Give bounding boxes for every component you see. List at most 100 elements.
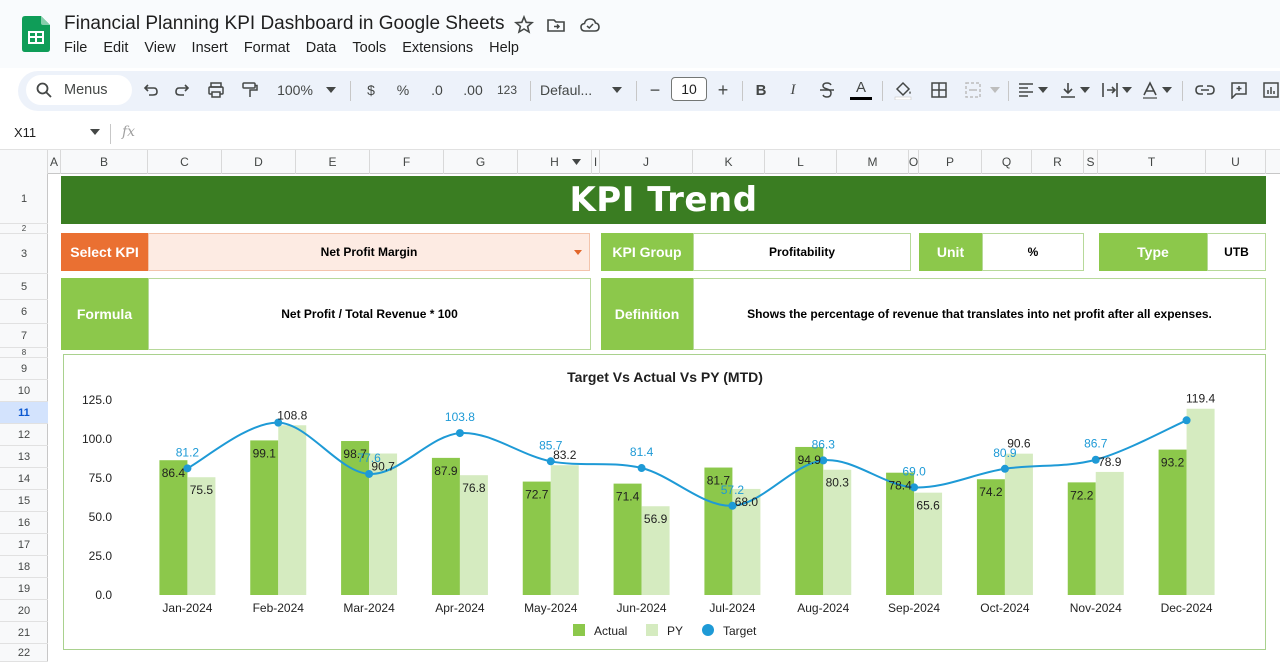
- column-header-d[interactable]: D: [222, 150, 296, 174]
- zoom-select[interactable]: 100%: [274, 79, 316, 101]
- name-box[interactable]: X11: [14, 125, 36, 140]
- row-header-8[interactable]: 8: [0, 348, 48, 358]
- search-menus-button[interactable]: Menus: [26, 75, 132, 105]
- column-header-g[interactable]: G: [444, 150, 518, 174]
- menu-extensions[interactable]: Extensions: [402, 40, 481, 56]
- font-size-input[interactable]: 10: [671, 77, 707, 101]
- increase-decimal-button[interactable]: .00: [460, 79, 486, 101]
- select-kpi-dropdown[interactable]: Net Profit Margin: [148, 233, 590, 271]
- decrease-font-size-button[interactable]: −: [646, 79, 664, 101]
- menu-tools[interactable]: Tools: [352, 40, 394, 56]
- column-header-a[interactable]: A: [48, 150, 61, 174]
- column-header-l[interactable]: L: [765, 150, 837, 174]
- text-color-button[interactable]: A: [849, 79, 873, 101]
- column-header-k[interactable]: K: [693, 150, 765, 174]
- column-header-e[interactable]: E: [296, 150, 370, 174]
- column-header-j[interactable]: J: [600, 150, 693, 174]
- menu-format[interactable]: Format: [244, 40, 298, 56]
- currency-format-button[interactable]: $: [362, 79, 380, 101]
- star-icon[interactable]: [513, 14, 535, 36]
- row-header-18[interactable]: 18: [0, 556, 48, 578]
- menu-view[interactable]: View: [144, 40, 183, 56]
- row-header-6[interactable]: 6: [0, 300, 48, 324]
- rotation-caret-icon[interactable]: [1162, 79, 1172, 101]
- target-data-label: 86.3: [812, 437, 836, 451]
- row-header-21[interactable]: 21: [0, 622, 48, 644]
- bold-button[interactable]: B: [752, 79, 770, 101]
- select-all-corner[interactable]: [0, 150, 48, 174]
- row-header-12[interactable]: 12: [0, 424, 48, 446]
- row-header-7[interactable]: 7: [0, 324, 48, 348]
- increase-font-size-button[interactable]: +: [714, 79, 732, 101]
- italic-button[interactable]: I: [784, 79, 802, 101]
- strikethrough-icon[interactable]: [816, 79, 838, 101]
- column-header-h[interactable]: H: [518, 150, 592, 174]
- insert-link-icon[interactable]: [1194, 79, 1216, 101]
- row-header-5[interactable]: 5: [0, 274, 48, 300]
- row-header-20[interactable]: 20: [0, 600, 48, 622]
- decrease-decimal-button[interactable]: .0: [426, 79, 448, 101]
- target-vs-actual-chart[interactable]: Target Vs Actual Vs PY (MTD) 0.0 25.0 50.0 7…: [63, 354, 1266, 650]
- target-data-label: 69.0: [902, 464, 926, 478]
- borders-icon[interactable]: [928, 79, 950, 101]
- font-caret-icon[interactable]: [612, 79, 622, 101]
- y-tick-label: 100.0: [82, 432, 112, 446]
- column-header-u[interactable]: U: [1206, 150, 1266, 174]
- percent-format-button[interactable]: %: [394, 79, 412, 101]
- paint-format-icon[interactable]: [239, 79, 261, 101]
- column-header-m[interactable]: M: [837, 150, 909, 174]
- vertical-align-icon[interactable]: [1058, 79, 1078, 101]
- column-header-o[interactable]: O: [909, 150, 919, 174]
- print-icon[interactable]: [205, 79, 227, 101]
- row-header-9[interactable]: 9: [0, 358, 48, 380]
- document-title[interactable]: Financial Planning KPI Dashboard in Goog…: [64, 13, 504, 35]
- dropdown-caret-icon[interactable]: [574, 250, 582, 255]
- menu-help[interactable]: Help: [489, 40, 527, 56]
- row-header-13[interactable]: 13: [0, 446, 48, 468]
- row-header-19[interactable]: 19: [0, 578, 48, 600]
- row-header-10[interactable]: 10: [0, 380, 48, 402]
- number-format-button[interactable]: 123: [494, 79, 520, 101]
- column-headers: A B C D E F G H I J K L M O P Q R S T U: [0, 150, 1280, 174]
- zoom-caret-icon[interactable]: [326, 79, 336, 101]
- column-header-p[interactable]: P: [919, 150, 982, 174]
- horizontal-align-icon[interactable]: [1016, 79, 1036, 101]
- insert-chart-icon[interactable]: [1262, 79, 1280, 101]
- wrap-caret-icon[interactable]: [1122, 79, 1132, 101]
- column-header-c[interactable]: C: [148, 150, 222, 174]
- row-header-11[interactable]: 11: [0, 402, 48, 424]
- text-wrap-icon[interactable]: [1100, 79, 1120, 101]
- column-header-s[interactable]: S: [1084, 150, 1098, 174]
- column-header-t[interactable]: T: [1098, 150, 1206, 174]
- google-sheets-logo-icon[interactable]: [22, 16, 50, 52]
- row-header-14[interactable]: 14: [0, 468, 48, 490]
- text-rotation-icon[interactable]: [1140, 79, 1160, 101]
- row-header-2[interactable]: 2: [0, 224, 48, 234]
- font-select[interactable]: Defaul...: [540, 79, 602, 101]
- column-header-r[interactable]: R: [1032, 150, 1084, 174]
- fill-color-icon[interactable]: [892, 79, 914, 101]
- name-box-caret-icon[interactable]: [90, 129, 100, 135]
- menu-file[interactable]: File: [64, 40, 95, 56]
- column-header-f[interactable]: F: [370, 150, 444, 174]
- column-header-q[interactable]: Q: [982, 150, 1032, 174]
- row-header-22[interactable]: 22: [0, 644, 48, 662]
- align-caret-icon[interactable]: [1038, 79, 1048, 101]
- row-header-17[interactable]: 17: [0, 534, 48, 556]
- valign-caret-icon[interactable]: [1080, 79, 1090, 101]
- redo-icon[interactable]: [173, 79, 193, 101]
- insert-comment-icon[interactable]: [1228, 79, 1250, 101]
- column-header-i[interactable]: I: [592, 150, 600, 174]
- column-filter-caret-icon[interactable]: [572, 159, 581, 165]
- row-header-1[interactable]: 1: [0, 174, 48, 224]
- row-header-16[interactable]: 16: [0, 512, 48, 534]
- move-folder-icon[interactable]: [545, 14, 567, 36]
- column-header-b[interactable]: B: [61, 150, 148, 174]
- row-header-3[interactable]: 3: [0, 234, 48, 274]
- menu-edit[interactable]: Edit: [103, 40, 136, 56]
- menu-data[interactable]: Data: [306, 40, 345, 56]
- undo-icon[interactable]: [140, 79, 160, 101]
- menu-insert[interactable]: Insert: [192, 40, 236, 56]
- cloud-saved-icon[interactable]: [579, 14, 601, 36]
- row-header-15[interactable]: 15: [0, 490, 48, 512]
